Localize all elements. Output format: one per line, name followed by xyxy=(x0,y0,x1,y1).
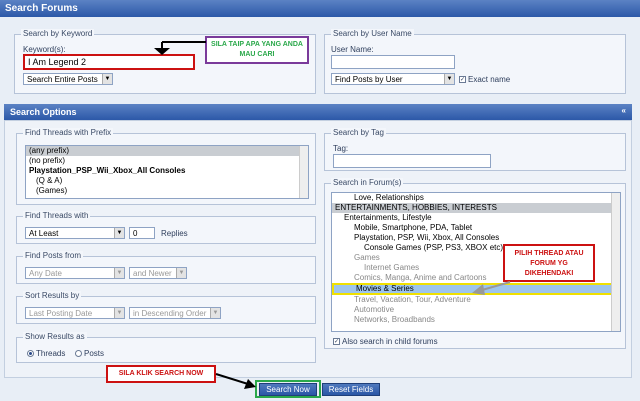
chevron-down-icon: ▼ xyxy=(210,308,220,318)
forum-option[interactable]: Playstation, PSP, Wii, Xbox, All Console… xyxy=(332,233,620,243)
child-forums-checkbox[interactable]: ✓ xyxy=(333,338,340,346)
chevron-down-icon: ▼ xyxy=(102,74,112,84)
forum-option[interactable]: Networks, Broadbands xyxy=(332,315,620,325)
tag-fieldset: Search by Tag Tag: xyxy=(324,128,626,171)
replies-suffix: Replies xyxy=(161,229,188,238)
search-annotation: SILA KLIK SEARCH NOW xyxy=(106,365,216,383)
forum-option[interactable]: Love, Relationships xyxy=(332,193,620,203)
keyword-scope-value: Search Entire Posts xyxy=(27,75,98,84)
forum-option[interactable]: Mobile, Smartphone, PDA, Tablet xyxy=(332,223,620,233)
user-legend: Search by User Name xyxy=(331,29,414,38)
sort-field-select[interactable]: Last Posting Date ▼ xyxy=(25,307,125,319)
double-chevron-up-icon[interactable]: « xyxy=(622,106,626,115)
search-options-title: Search Options xyxy=(10,107,77,117)
prefix-option[interactable]: Playstation_PSP_Wii_Xbox_All Consoles xyxy=(26,166,308,176)
keyword-annotation: SILA TAIP APA YANG ANDA MAU CARI xyxy=(205,36,309,64)
posts-from-date-value: Any Date xyxy=(29,269,62,278)
forum-option[interactable]: Entertainments, Lifestyle xyxy=(332,213,620,223)
chevron-down-icon: ▼ xyxy=(444,74,454,84)
posts-radio[interactable] xyxy=(75,350,82,358)
search-options-bar[interactable]: Search Options « xyxy=(4,104,632,120)
tag-input[interactable] xyxy=(333,154,491,168)
user-name-input[interactable] xyxy=(331,55,455,69)
exact-name-checkbox[interactable]: ✓ xyxy=(459,76,466,84)
user-mode-value: Find Posts by User xyxy=(335,75,403,84)
posts-from-fieldset: Find Posts from Any Date ▼ and Newer ▼ xyxy=(16,251,316,284)
replies-legend: Find Threads with xyxy=(23,211,91,220)
keyword-input[interactable]: I Am Legend 2 xyxy=(23,54,195,70)
prefix-option[interactable]: (Games) xyxy=(26,186,308,196)
page-title: Search Forums xyxy=(5,3,78,14)
prefix-legend: Find Threads with Prefix xyxy=(23,128,114,137)
replies-mode-select[interactable]: At Least ▼ xyxy=(25,227,125,239)
keyword-scope-select[interactable]: Search Entire Posts ▼ xyxy=(23,73,113,85)
show-posts-option[interactable]: Posts xyxy=(75,349,104,358)
forum-option[interactable]: ENTERTAINMENTS, HOBBIES, INTERESTS xyxy=(332,203,620,213)
arrow-left-icon xyxy=(472,281,511,295)
threads-label: Threads xyxy=(36,349,66,358)
posts-from-legend: Find Posts from xyxy=(23,251,84,260)
prefix-listbox[interactable]: (any prefix) (no prefix) Playstation_PSP… xyxy=(25,145,309,199)
chevron-down-icon: ▼ xyxy=(114,228,124,238)
forum-annotation: PILIH THREAD ATAU FORUM YG DIKEHENDAKI xyxy=(503,244,595,282)
arrow-left-icon xyxy=(154,41,206,55)
arrow-right-icon xyxy=(215,373,256,389)
sort-order-value: in Descending Order xyxy=(133,309,207,318)
chevron-down-icon: ▼ xyxy=(114,308,124,318)
prefix-option[interactable]: (Q & A) xyxy=(26,176,308,186)
user-label: User Name: xyxy=(331,45,374,54)
forum-annotation-text: PILIH THREAD ATAU FORUM YG DIKEHENDAKI xyxy=(514,250,584,277)
tag-legend: Search by Tag xyxy=(331,128,386,137)
search-now-button[interactable]: Search Now xyxy=(259,383,317,396)
show-threads-option[interactable]: Threads xyxy=(27,349,65,358)
exact-name-label: Exact name xyxy=(468,75,511,84)
keyword-legend: Search by Keyword xyxy=(21,29,95,38)
prefix-fieldset: Find Threads with Prefix (any prefix) (n… xyxy=(16,128,316,205)
user-mode-select[interactable]: Find Posts by User ▼ xyxy=(331,73,455,85)
child-forums-label: Also search in child forums xyxy=(342,337,438,346)
posts-label: Posts xyxy=(84,349,105,358)
forums-scrollbar[interactable] xyxy=(611,193,620,331)
exact-name-option[interactable]: ✓ Exact name xyxy=(459,75,510,84)
posts-from-direction-select[interactable]: and Newer ▼ xyxy=(129,267,187,279)
child-forums-option[interactable]: ✓ Also search in child forums xyxy=(333,337,438,346)
replies-fieldset: Find Threads with At Least ▼ 0 Replies xyxy=(16,211,316,244)
replies-mode-value: At Least xyxy=(29,229,59,238)
reset-fields-button[interactable]: Reset Fields xyxy=(322,383,380,396)
sort-legend: Sort Results by xyxy=(23,291,82,300)
keyword-label: Keyword(s): xyxy=(23,45,66,54)
prefix-option[interactable]: (any prefix) xyxy=(26,146,308,156)
user-fieldset: Search by User Name User Name: Find Post… xyxy=(324,29,626,94)
posts-from-date-select[interactable]: Any Date ▼ xyxy=(25,267,125,279)
posts-from-direction-value: and Newer xyxy=(133,269,172,278)
sort-field-value: Last Posting Date xyxy=(29,309,93,318)
prefix-scrollbar[interactable] xyxy=(299,146,308,198)
chevron-down-icon: ▼ xyxy=(114,268,124,278)
prefix-option[interactable]: (no prefix) xyxy=(26,156,308,166)
forum-option[interactable]: Automotive xyxy=(332,305,620,315)
chevron-down-icon: ▼ xyxy=(176,268,186,278)
sort-fieldset: Sort Results by Last Posting Date ▼ in D… xyxy=(16,291,316,324)
show-results-legend: Show Results as xyxy=(23,332,87,341)
replies-count-input[interactable]: 0 xyxy=(129,227,155,239)
page-header: Search Forums xyxy=(0,0,640,17)
sort-order-select[interactable]: in Descending Order ▼ xyxy=(129,307,221,319)
show-results-fieldset: Show Results as Threads Posts xyxy=(16,332,316,363)
tag-label: Tag: xyxy=(333,144,349,153)
forums-legend: Search in Forum(s) xyxy=(331,178,404,187)
threads-radio[interactable] xyxy=(27,350,34,358)
